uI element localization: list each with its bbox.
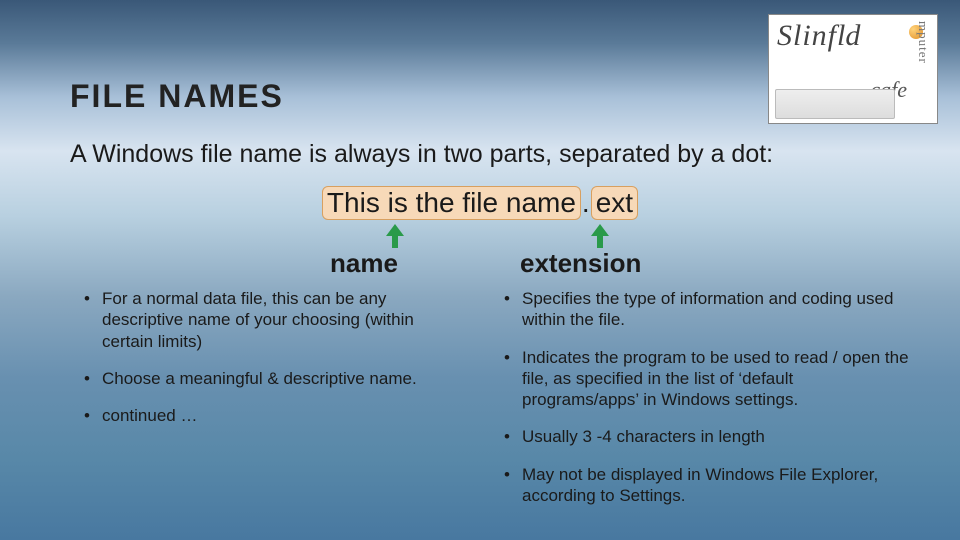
logo-brand-tail: ld	[837, 19, 860, 52]
keyboard-icon	[775, 89, 895, 119]
column-heading-extension: extension	[520, 248, 641, 279]
column-name: For a normal data file, this can be any …	[80, 288, 450, 442]
list-item: May not be displayed in Windows File Exp…	[500, 464, 910, 507]
column-extension: Specifies the type of information and co…	[500, 288, 910, 522]
logo-brand-text: Slinf	[777, 19, 837, 52]
list-item: Indicates the program to be used to read…	[500, 347, 910, 411]
filename-name-part: This is the file name	[322, 186, 581, 220]
filename-example: This is the file name.ext	[0, 186, 960, 220]
list-item: continued …	[80, 405, 450, 426]
column-heading-name: name	[330, 248, 398, 279]
arrow-up-icon	[388, 224, 402, 248]
arrow-up-icon	[593, 224, 607, 248]
logo-side-text: mputer	[915, 21, 931, 64]
list-item: Specifies the type of information and co…	[500, 288, 910, 331]
list-item: For a normal data file, this can be any …	[80, 288, 450, 352]
list-item: Usually 3 -4 characters in length	[500, 426, 910, 447]
list-item: Choose a meaningful & descriptive name.	[80, 368, 450, 389]
filename-ext-part: ext	[591, 186, 638, 220]
intro-text: A Windows file name is always in two par…	[70, 140, 773, 169]
filename-dot: .	[582, 187, 590, 218]
slide-title: FILE NAMES	[70, 78, 284, 115]
logo: Slinfld mputer cafe	[768, 14, 938, 124]
slide: Slinfld mputer cafe FILE NAMES A Windows…	[0, 0, 960, 540]
